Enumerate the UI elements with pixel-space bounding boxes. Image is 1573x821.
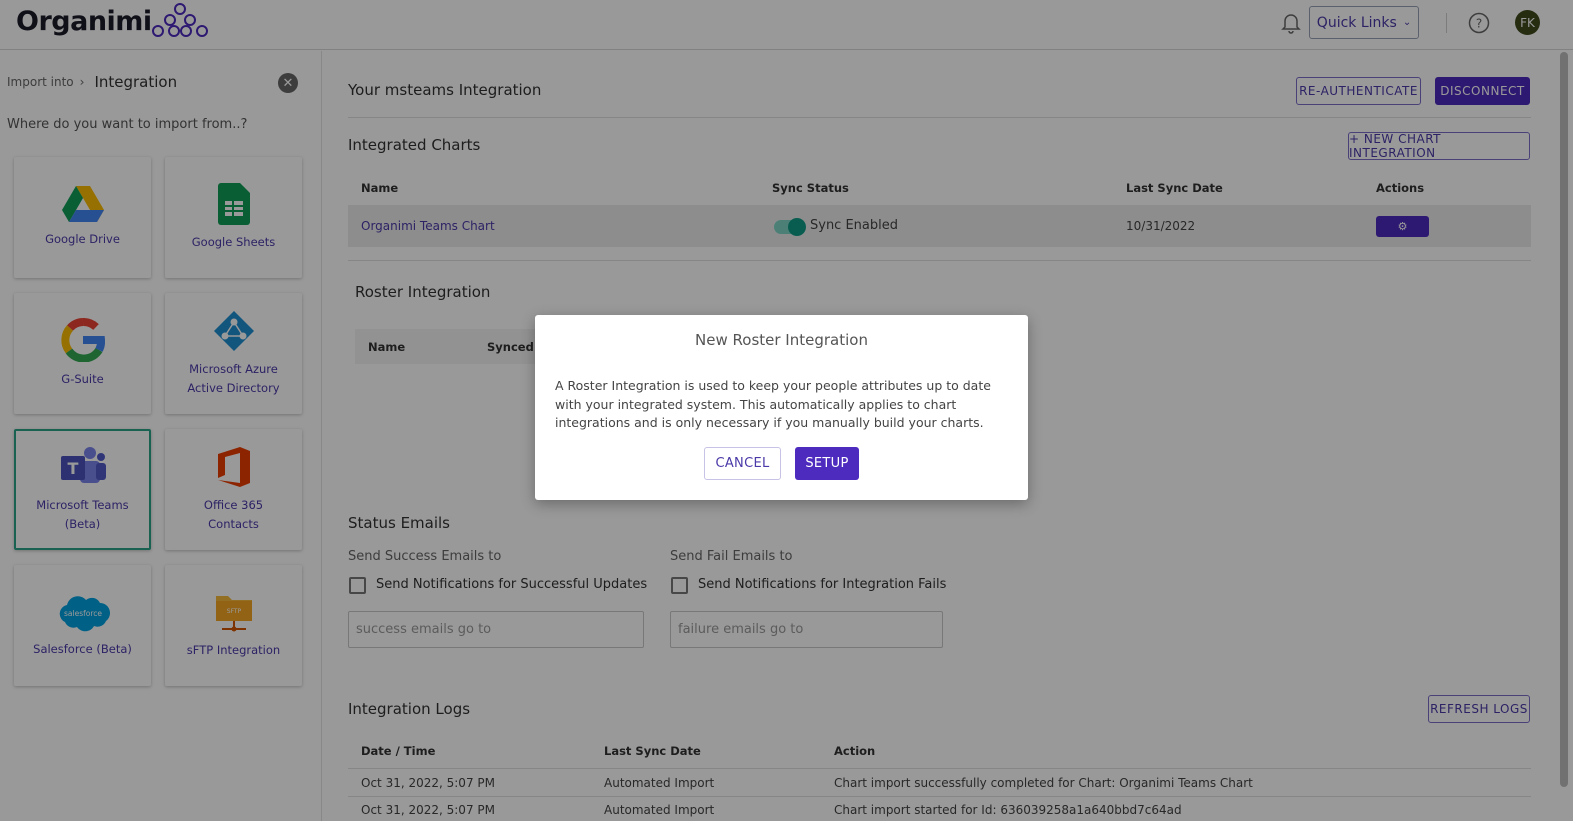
dialog-body: A Roster Integration is used to keep you… bbox=[555, 378, 991, 430]
new-roster-integration-dialog: New Roster Integration A Roster Integrat… bbox=[535, 315, 1028, 500]
setup-button[interactable]: SETUP bbox=[795, 447, 859, 480]
dialog-title: New Roster Integration bbox=[695, 331, 868, 349]
cancel-button[interactable]: CANCEL bbox=[704, 447, 781, 480]
